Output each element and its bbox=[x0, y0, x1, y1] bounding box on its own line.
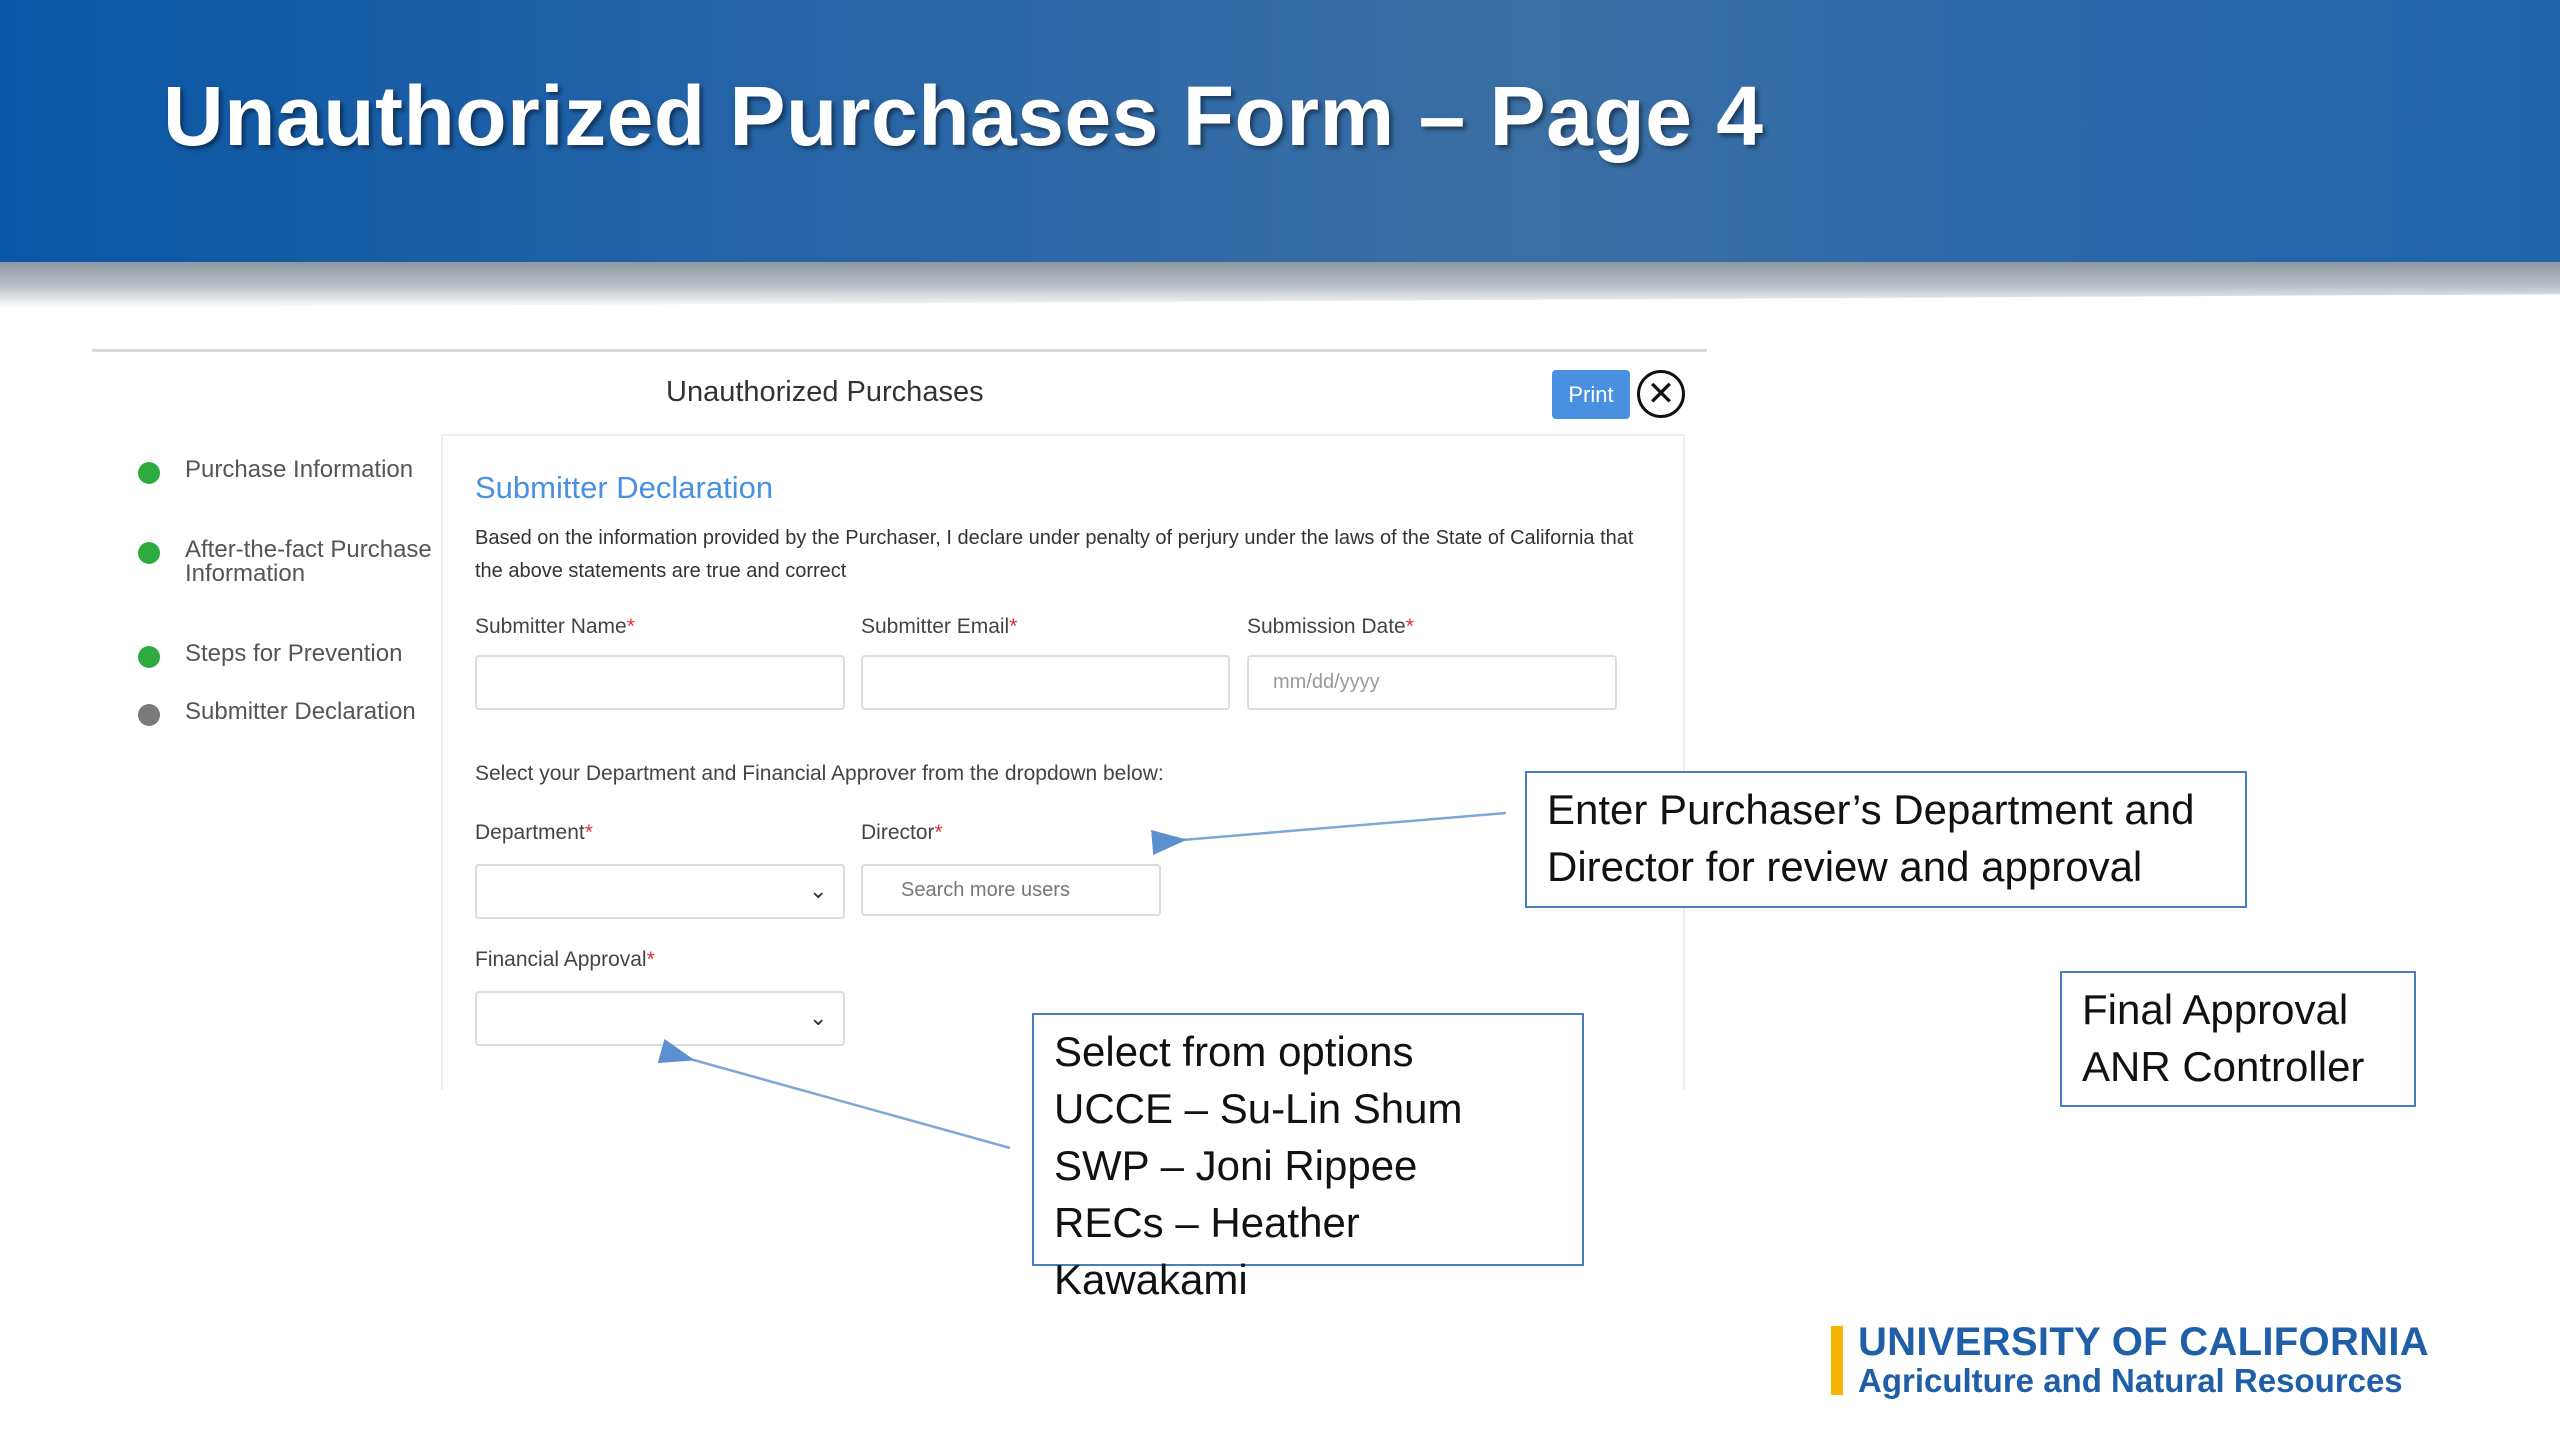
step-label: Steps for Prevention bbox=[185, 640, 403, 667]
uc-logo-line1: UNIVERSITY OF CALIFORNIA bbox=[1858, 1320, 2429, 1364]
financial-approval-label: Financial Approval* bbox=[475, 948, 655, 971]
step-label: After-the-fact Purchase Information bbox=[185, 536, 432, 587]
submitter-email-label: Submitter Email* bbox=[861, 615, 1018, 638]
form-header-divider bbox=[92, 349, 1707, 352]
chevron-down-icon: ⌄ bbox=[809, 1005, 828, 1030]
step-complete-icon bbox=[138, 462, 160, 484]
submission-date-input[interactable]: mm/dd/yyyy bbox=[1247, 655, 1617, 710]
step-submitter-declaration[interactable]: Submitter Declaration bbox=[138, 700, 445, 726]
step-steps-for-prevention[interactable]: Steps for Prevention bbox=[138, 642, 445, 668]
callout-final-approval: Final Approval ANR Controller bbox=[2060, 971, 2416, 1107]
step-label: Purchase Information bbox=[185, 456, 414, 483]
submitter-email-input[interactable] bbox=[861, 655, 1230, 710]
callout-dept-director: Enter Purchaser’s Department and Directo… bbox=[1525, 771, 2247, 908]
callout-options: Select from options UCCE – Su-Lin Shum S… bbox=[1032, 1013, 1584, 1303]
chevron-down-icon: ⌄ bbox=[809, 878, 828, 903]
step-current-icon bbox=[138, 704, 160, 726]
director-search-input[interactable]: Search more users bbox=[861, 864, 1161, 916]
form-window-title: Unauthorized Purchases bbox=[666, 376, 984, 408]
close-icon[interactable]: ✕ bbox=[1637, 370, 1685, 418]
declaration-text: Based on the information provided by the… bbox=[475, 527, 1634, 582]
step-after-the-fact[interactable]: After-the-fact Purchase Information bbox=[138, 538, 445, 586]
financial-approval-select[interactable]: ⌄ bbox=[475, 991, 845, 1046]
print-button[interactable]: Print bbox=[1552, 370, 1630, 419]
slide-title: Unauthorized Purchases Form – Page 4 bbox=[163, 69, 1764, 163]
step-label: Submitter Declaration bbox=[185, 698, 416, 725]
submission-date-label: Submission Date* bbox=[1247, 615, 1414, 638]
uc-logo-line2: Agriculture and Natural Resources bbox=[1858, 1362, 2403, 1399]
section-title: Submitter Declaration bbox=[475, 470, 774, 505]
submitter-name-input[interactable] bbox=[475, 655, 845, 710]
submitter-name-label: Submitter Name* bbox=[475, 615, 635, 638]
step-complete-icon bbox=[138, 646, 160, 668]
uc-logo-bar bbox=[1831, 1326, 1843, 1395]
director-label: Director* bbox=[861, 821, 943, 844]
header-banner-shadow bbox=[0, 262, 2560, 308]
step-purchase-information[interactable]: Purchase Information bbox=[138, 458, 445, 484]
department-label: Department* bbox=[475, 821, 593, 844]
department-select[interactable]: ⌄ bbox=[475, 864, 845, 919]
step-complete-icon bbox=[138, 542, 160, 564]
dept-instructions: Select your Department and Financial App… bbox=[475, 762, 1164, 785]
